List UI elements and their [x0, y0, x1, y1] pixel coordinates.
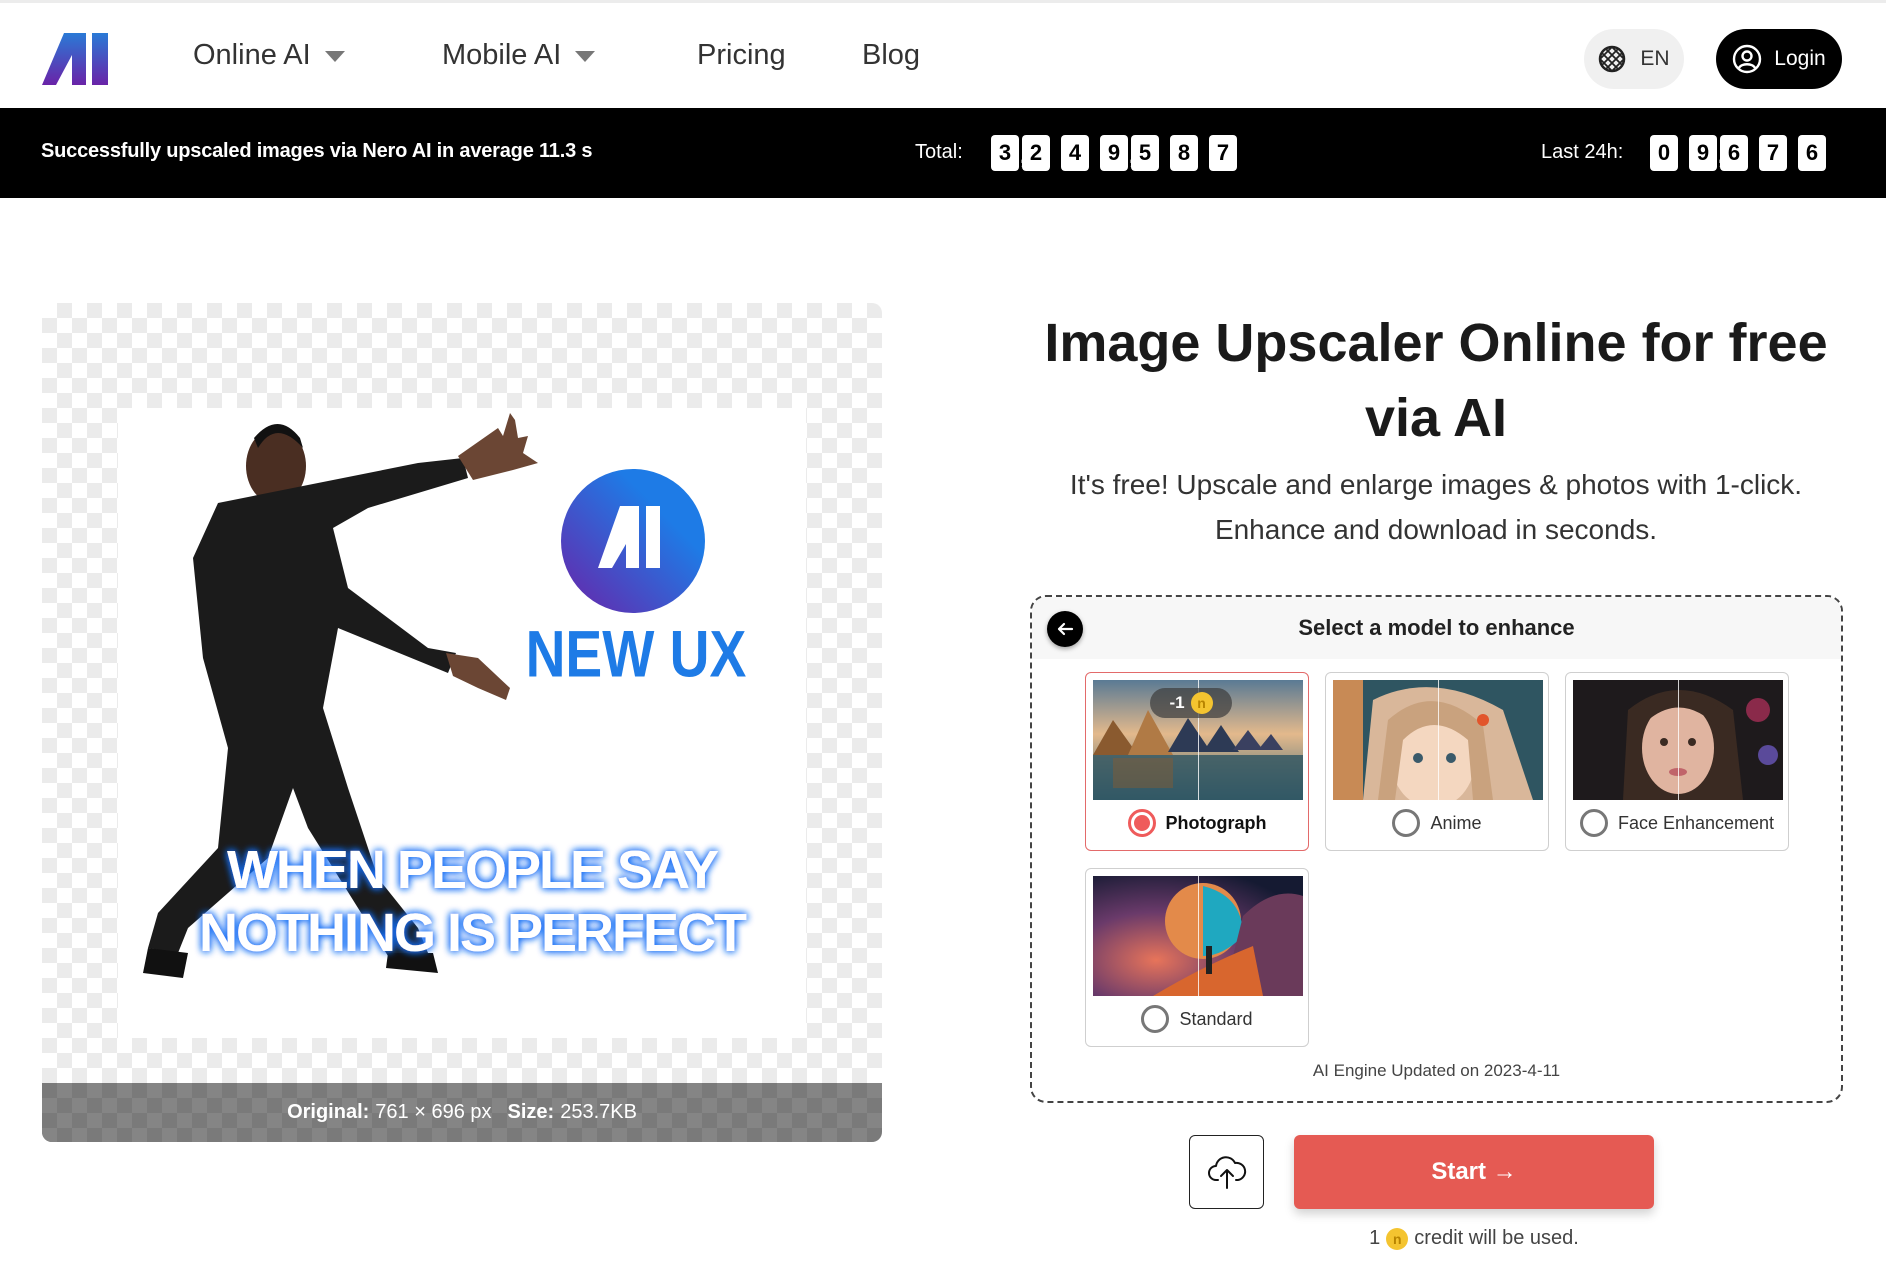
model-card-standard[interactable]: Standard — [1085, 868, 1309, 1047]
login-label: Login — [1774, 47, 1826, 70]
last24h-digit: 9 — [1689, 135, 1717, 171]
meme-bottom-line2: NOTHING IS PERFECT — [199, 903, 747, 963]
title-line2: via AI — [1364, 388, 1508, 448]
coin-icon: n — [1190, 692, 1213, 714]
nav-mobile-ai-label: Mobile AI — [442, 39, 562, 71]
total-digit: 8 — [1170, 135, 1198, 171]
meme-top-text: NEW UX — [526, 617, 747, 691]
model-option-anime[interactable]: Anime — [1326, 809, 1548, 837]
meme-image: NEW UX WHEN PEOPLE SAY NOTHING IS PERFEC… — [143, 413, 749, 978]
subtitle-line2: Enhance and download in seconds. — [1214, 514, 1658, 545]
model-label-face-enhancement: Face Enhancement — [1617, 812, 1775, 833]
total-digit: 2 — [1022, 135, 1050, 171]
nav-online-ai-label: Online AI — [193, 39, 311, 71]
nav-blog-label: Blog — [862, 39, 921, 71]
login-button[interactable]: Login — [1716, 29, 1842, 89]
title-line1: Image Upscaler Online for free — [1044, 313, 1828, 373]
total-digit: 5 — [1131, 135, 1159, 171]
stats-message: Successfully upscaled images via Nero AI… — [41, 140, 593, 162]
meme-bottom-line1: WHEN PEOPLE SAY — [227, 840, 719, 900]
credit-count: 1 — [1369, 1227, 1381, 1249]
subtitle-line1: It's free! Upscale and enlarge images & … — [1069, 469, 1803, 500]
model-card-photograph[interactable]: -1 n Photograph — [1085, 672, 1309, 851]
size-label: Size: — [507, 1101, 555, 1123]
caret-down-icon — [324, 51, 345, 62]
image-info-bar: Original: 761 × 696 px Size: 253.7KB — [42, 1083, 882, 1142]
model-option-face-enhancement[interactable]: Face Enhancement — [1566, 809, 1788, 837]
last24h-label: Last 24h: — [1541, 141, 1624, 163]
nav-pricing[interactable]: Pricing — [697, 39, 786, 72]
nav-mobile-ai[interactable]: Mobile AI — [442, 39, 596, 72]
credit-usage-note: 1 n credit will be used. — [1294, 1227, 1654, 1250]
user-circle-icon — [1733, 44, 1762, 74]
language-label: EN — [1640, 47, 1670, 70]
globe-icon — [1599, 45, 1626, 73]
page-subtitle: It's free! Upscale and enlarge images & … — [1000, 462, 1872, 552]
last24h-digit: 6 — [1720, 135, 1748, 171]
anime-thumbnail — [1333, 680, 1543, 800]
model-option-standard[interactable]: Standard — [1086, 1005, 1308, 1033]
image-preview-panel: NEW UX WHEN PEOPLE SAY NOTHING IS PERFEC… — [42, 303, 882, 1142]
model-card-anime[interactable]: Anime — [1325, 672, 1549, 851]
total-digit: 3 — [991, 135, 1019, 171]
photograph-thumbnail: -1 n — [1093, 680, 1303, 800]
size-value: 253.7KB — [560, 1101, 637, 1123]
engine-update-note: AI Engine Updated on 2023-4-11 — [1312, 1061, 1561, 1080]
total-label: Total: — [915, 141, 963, 163]
arrow-left-icon — [1057, 622, 1074, 636]
total-counter: 3,249,587 — [991, 135, 1248, 171]
total-digit: 9 — [1100, 135, 1128, 171]
credit-text: credit will be used. — [1414, 1227, 1579, 1249]
language-selector[interactable]: EN — [1584, 29, 1684, 89]
nav-blog[interactable]: Blog — [862, 39, 920, 72]
coin-icon: n — [1386, 1227, 1409, 1250]
stats-bar: Successfully upscaled images via Nero AI… — [0, 108, 1886, 198]
radio-unselected-icon[interactable] — [1392, 809, 1421, 837]
model-option-photograph[interactable]: Photograph — [1086, 809, 1308, 837]
nav-pricing-label: Pricing — [697, 39, 786, 71]
logo-icon[interactable] — [42, 33, 120, 85]
page-title: Image Upscaler Online for free via AI — [1000, 306, 1872, 456]
last24h-counter: 09,676 — [1650, 135, 1837, 171]
face-thumbnail — [1573, 680, 1783, 800]
uploaded-image: NEW UX WHEN PEOPLE SAY NOTHING IS PERFEC… — [118, 408, 806, 1038]
model-selector-title: Select a model to enhance — [1298, 615, 1575, 640]
radio-unselected-icon[interactable] — [1579, 809, 1608, 837]
standard-thumbnail — [1093, 876, 1303, 996]
radio-unselected-icon[interactable] — [1141, 1005, 1170, 1033]
last24h-digit: 6 — [1798, 135, 1826, 171]
nav-online-ai[interactable]: Online AI — [193, 39, 345, 72]
original-value: 761 × 696 px — [375, 1101, 492, 1123]
cloud-upload-icon — [1207, 1156, 1246, 1189]
model-label-standard: Standard — [1179, 1008, 1253, 1029]
credit-cost-badge: -1 n — [1150, 688, 1232, 718]
model-label-photograph: Photograph — [1165, 812, 1267, 833]
caret-down-icon — [575, 51, 596, 62]
start-button[interactable]: Start → — [1294, 1135, 1654, 1209]
original-label: Original: — [287, 1101, 370, 1123]
model-label-anime: Anime — [1430, 812, 1482, 833]
upload-button[interactable] — [1189, 1135, 1264, 1209]
last24h-digit: 7 — [1759, 135, 1787, 171]
last24h-digit: 0 — [1650, 135, 1678, 171]
total-digit: 7 — [1209, 135, 1237, 171]
credit-cost-value: -1 — [1169, 693, 1185, 712]
model-card-face-enhancement[interactable]: Face Enhancement — [1565, 672, 1789, 851]
total-digit: 4 — [1061, 135, 1089, 171]
radio-selected-icon[interactable] — [1127, 809, 1156, 837]
model-selector: Select a model to enhance -1 n Photograp… — [1030, 595, 1843, 1103]
model-selector-header: Select a model to enhance — [1032, 597, 1841, 659]
back-button[interactable] — [1047, 611, 1083, 647]
top-header: Online AI Mobile AI Pricing Blog EN Logi… — [0, 0, 1886, 108]
